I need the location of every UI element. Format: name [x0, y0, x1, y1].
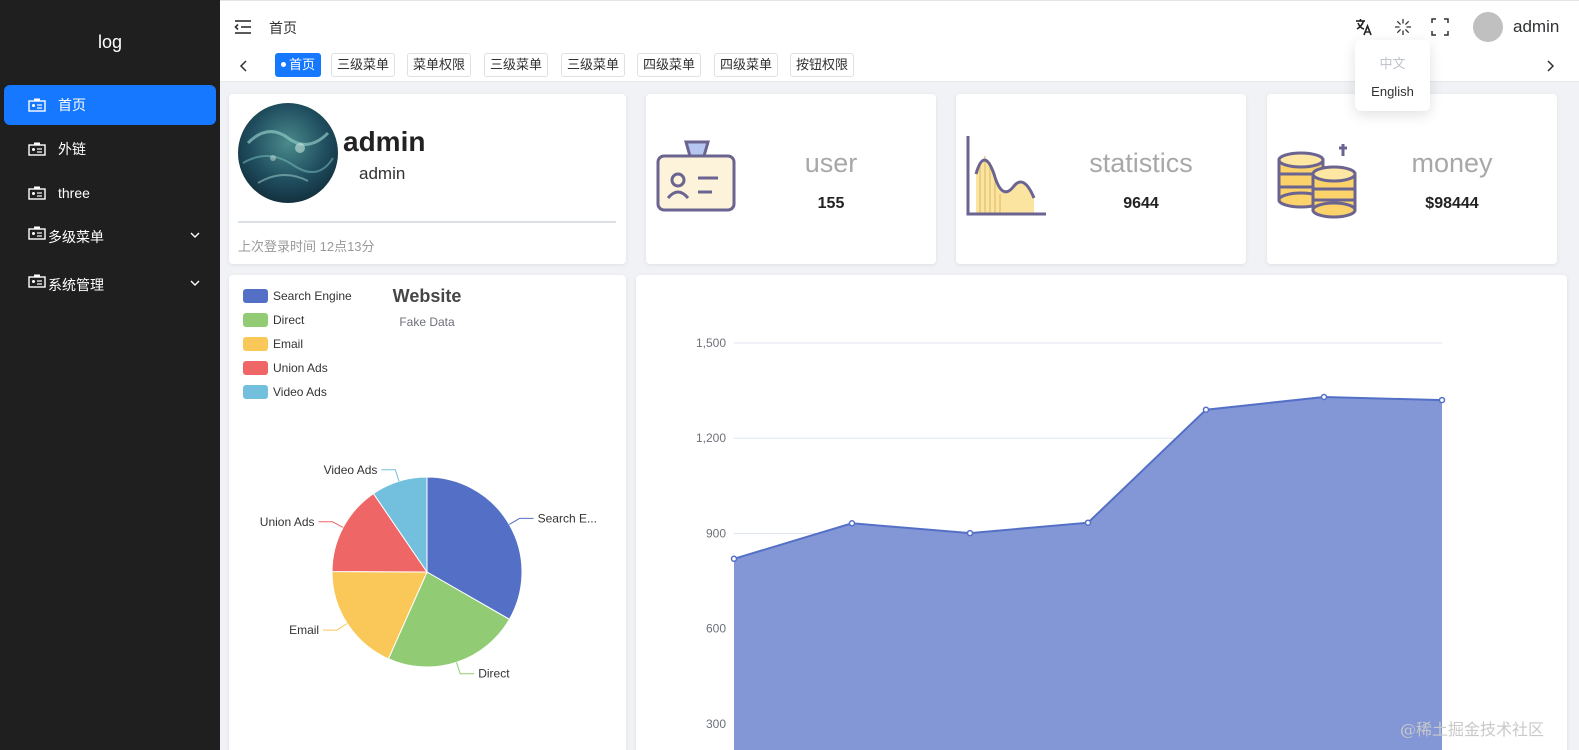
tab-label: 首页 — [289, 57, 316, 72]
bell-curve-chart-icon — [966, 136, 1046, 216]
avatar[interactable] — [1473, 12, 1503, 42]
data-point[interactable] — [1438, 396, 1446, 404]
tab-level3-menu[interactable]: 三级菜单 — [561, 53, 626, 77]
area-chart: 300 600 900 1,200 1,500 — [696, 336, 1446, 750]
id-card-icon — [28, 186, 46, 200]
pie-label-line — [323, 623, 348, 631]
coins-icon — [1277, 144, 1357, 219]
profile-avatar — [238, 103, 338, 203]
logo: log — [97, 32, 123, 52]
language-dropdown: 中文 English — [1355, 40, 1430, 111]
sidebar-item-system-management[interactable]: 系统管理 — [4, 265, 216, 305]
y-tick-label: 1,200 — [696, 431, 726, 445]
y-tick-label: 1,500 — [696, 336, 726, 350]
legend-label[interactable]: Email — [273, 337, 303, 351]
chart-subtitle: Fake Data — [399, 315, 455, 329]
language-option-english[interactable]: English — [1355, 84, 1430, 99]
tab-level3-menu[interactable]: 三级菜单 — [331, 53, 396, 77]
data-point[interactable] — [730, 555, 738, 563]
pie-chart-card: Website Fake Data Search Engine Direct Email… — [229, 275, 626, 750]
legend-label[interactable]: Union Ads — [273, 361, 328, 375]
y-tick-label: 300 — [706, 717, 726, 731]
sidebar-item-label: 外链 — [58, 141, 86, 157]
sidebar-item-multilevel-menu[interactable]: 多级菜单 — [4, 217, 216, 257]
sidebar-item-home[interactable]: 首页 — [4, 85, 216, 125]
chevron-left-icon[interactable] — [239, 60, 249, 72]
id-badge-icon — [656, 140, 736, 212]
fullscreen-icon[interactable] — [1431, 18, 1449, 36]
chevron-right-icon[interactable] — [1545, 60, 1555, 72]
pie-label-line — [456, 662, 475, 675]
stat-card-money: money $98444 — [1267, 94, 1557, 264]
tab-menu-permission[interactable]: 菜单权限 — [407, 53, 472, 77]
pie-slice-label: Video Ads — [324, 463, 378, 477]
stat-card-statistics: statistics 9644 — [956, 94, 1246, 264]
y-tick-label: 900 — [706, 527, 726, 541]
pie-slice-label: Search E... — [538, 511, 597, 525]
chevron-down-icon — [190, 280, 200, 286]
sidebar: log 首页 外链 three 多级菜单 系统管理 — [0, 0, 220, 750]
id-card-icon — [28, 226, 46, 240]
stat-card-user: user 155 — [646, 94, 936, 264]
legend-swatch[interactable] — [243, 385, 268, 399]
legend-swatch[interactable] — [243, 313, 268, 327]
legend-swatch[interactable] — [243, 337, 268, 351]
pie-slice-label: Email — [289, 623, 319, 637]
stat-title: money — [1411, 148, 1493, 178]
id-card-icon — [28, 274, 46, 288]
tab-level3-menu[interactable]: 三级菜单 — [484, 53, 549, 77]
data-point[interactable] — [1320, 393, 1328, 401]
legend-swatch[interactable] — [243, 361, 268, 375]
menu-fold-icon[interactable] — [234, 19, 252, 35]
chevron-down-icon — [190, 232, 200, 238]
translate-icon[interactable] — [1355, 18, 1373, 36]
pie-chart: Website Fake Data Search Engine Direct Email… — [243, 286, 597, 681]
legend-label[interactable]: Direct — [273, 313, 305, 327]
profile-card: admin admin 上次登录时间 12点13分 — [229, 94, 626, 264]
tab-level4-menu[interactable]: 四级菜单 — [714, 53, 779, 77]
legend-label[interactable]: Search Engine — [273, 289, 352, 303]
sidebar-item-three[interactable]: three — [4, 173, 216, 213]
loading-icon[interactable] — [1394, 18, 1412, 36]
stat-value: 155 — [817, 195, 845, 212]
data-point[interactable] — [966, 529, 974, 537]
y-tick-label: 600 — [706, 622, 726, 636]
area-chart-card: 300 600 900 1,200 1,500 — [636, 275, 1567, 750]
pie-slice-label: Direct — [478, 667, 510, 681]
stat-value: 9644 — [1123, 195, 1159, 212]
last-login-text: 上次登录时间 12点13分 — [238, 239, 375, 254]
sidebar-item-label: 系统管理 — [48, 277, 104, 293]
data-point[interactable] — [1084, 519, 1092, 526]
data-point[interactable] — [1202, 406, 1210, 413]
data-point[interactable] — [848, 520, 856, 527]
language-option-chinese: 中文 — [1379, 56, 1406, 71]
area-fill — [734, 397, 1442, 750]
pie-label-line — [381, 469, 400, 482]
pie-slice-label: Union Ads — [260, 515, 315, 529]
sidebar-item-external-link[interactable]: 外链 — [4, 129, 216, 169]
tab-level4-menu[interactable]: 四级菜单 — [637, 53, 702, 77]
stat-title: statistics — [1089, 148, 1193, 178]
stat-value: $98444 — [1425, 195, 1479, 212]
legend-swatch[interactable] — [243, 289, 268, 303]
watermark: @稀土掘金技术社区 — [1400, 720, 1545, 739]
breadcrumb[interactable]: 首页 — [269, 18, 297, 38]
sidebar-item-label: three — [58, 185, 90, 201]
stat-title: user — [804, 148, 858, 178]
divider — [238, 221, 616, 223]
tab-home[interactable]: 首页 — [275, 53, 322, 77]
pie-label-line — [508, 517, 534, 525]
tab-button-permission[interactable]: 按钮权限 — [790, 53, 855, 77]
active-dot — [281, 62, 286, 67]
profile-role: admin — [359, 164, 406, 183]
id-card-icon — [28, 98, 46, 112]
pie-label-line — [318, 521, 344, 528]
chart-title: Website — [393, 286, 462, 306]
sidebar-item-label: 首页 — [58, 97, 86, 113]
sidebar-item-label: 多级菜单 — [48, 229, 104, 245]
legend-label[interactable]: Video Ads — [273, 385, 327, 399]
id-card-icon — [28, 142, 46, 156]
user-name[interactable]: admin — [1513, 17, 1559, 37]
profile-name: admin — [343, 126, 426, 157]
